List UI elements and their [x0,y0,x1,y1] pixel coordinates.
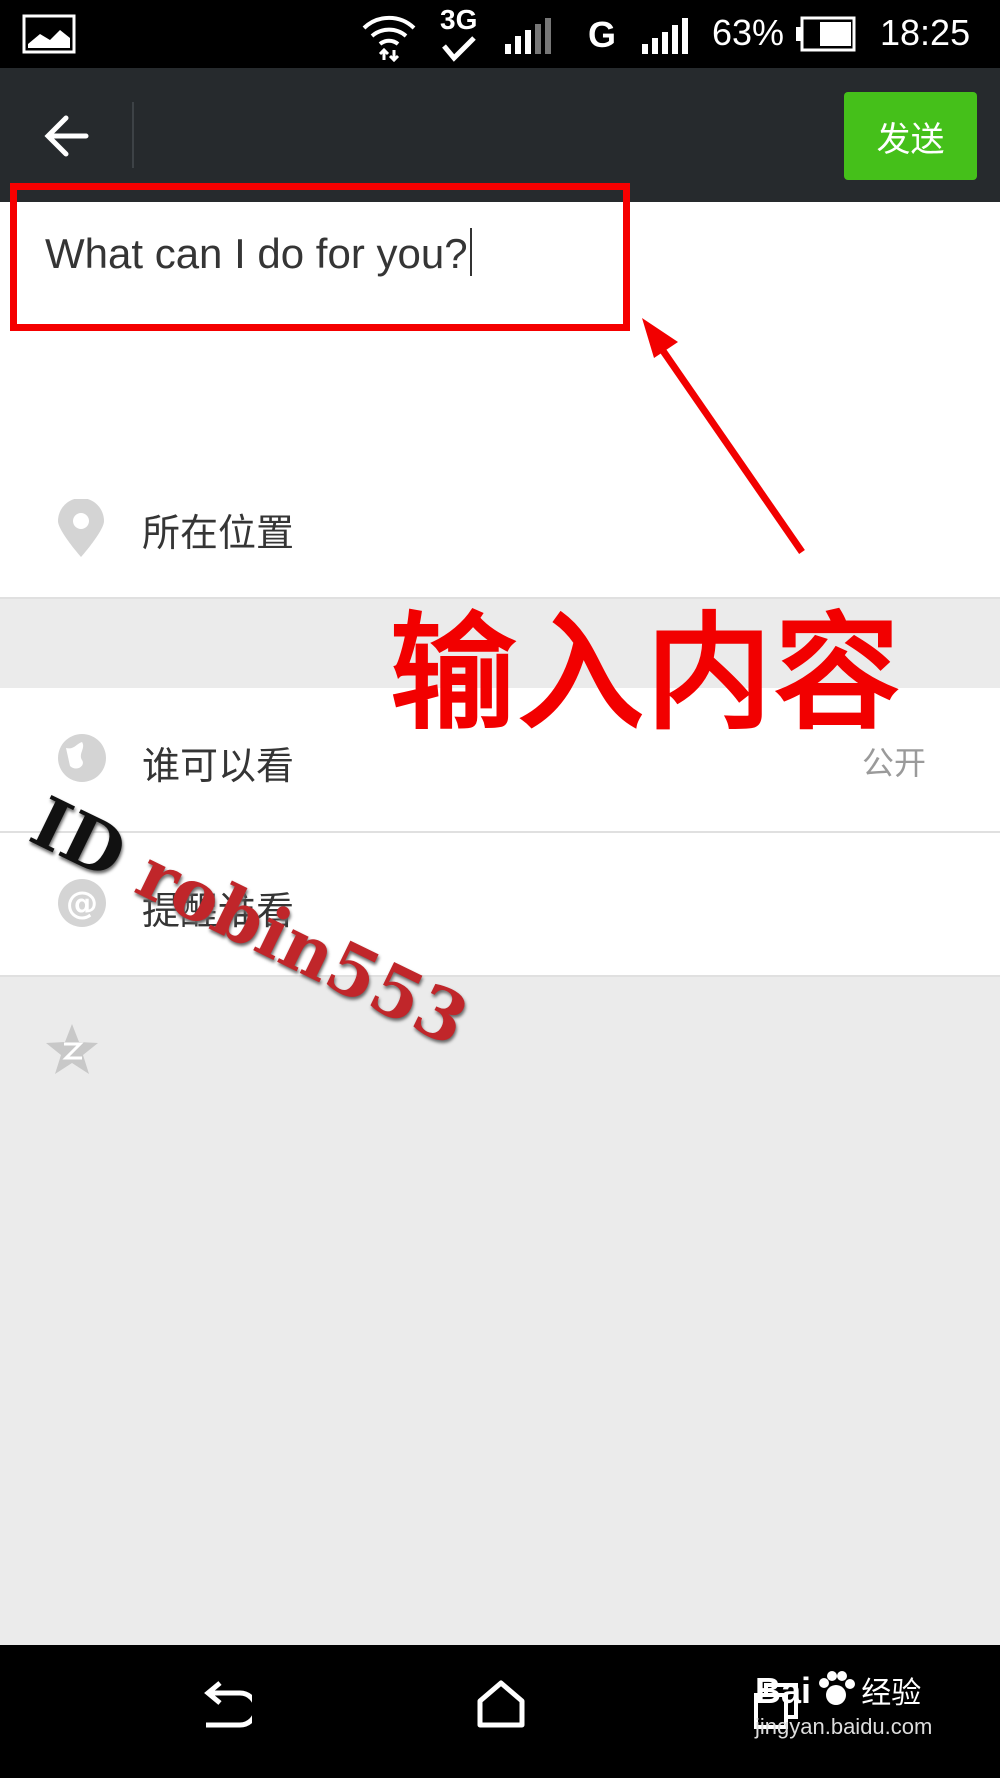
signal-strength-2-icon [642,18,688,54]
signal-strength-icon [505,18,551,54]
send-button[interactable]: 发送 [844,92,977,180]
baidu-jingyan-logo: Bai 经验 jingyan.baidu.com [755,1668,932,1740]
annotation-text: 输入内容 [390,599,902,747]
wifi-icon [362,15,416,62]
paw-icon [819,1671,856,1705]
battery-percent: 63% [712,12,785,53]
annotation-arrow-icon [642,318,805,554]
qzone-star-icon[interactable] [44,1022,100,1076]
baidu-url: jingyan.baidu.com [755,1714,933,1739]
check-icon [442,36,476,62]
clock: 18:25 [880,12,971,53]
divider [0,975,1000,977]
baidu-brand-text: Bai [755,1670,812,1711]
visibility-label: 谁可以看 [142,744,295,788]
home-nav-icon[interactable] [476,1679,526,1729]
battery-icon [796,16,856,52]
annotation-highlight-box [10,183,630,331]
back-nav-icon[interactable] [196,1681,252,1735]
status-bar: 3G G 63% 18:25 [0,0,1000,68]
app-bar-divider [132,102,134,168]
carrier-label: G [588,14,617,55]
gallery-notification-icon [22,14,76,54]
arrow-left-icon[interactable] [42,114,90,158]
location-pin-icon [58,499,104,557]
jingyan-text: 经验 [861,1676,922,1711]
network-type-label: 3G [440,4,478,35]
location-label: 所在位置 [142,511,295,555]
globe-icon [58,734,106,782]
